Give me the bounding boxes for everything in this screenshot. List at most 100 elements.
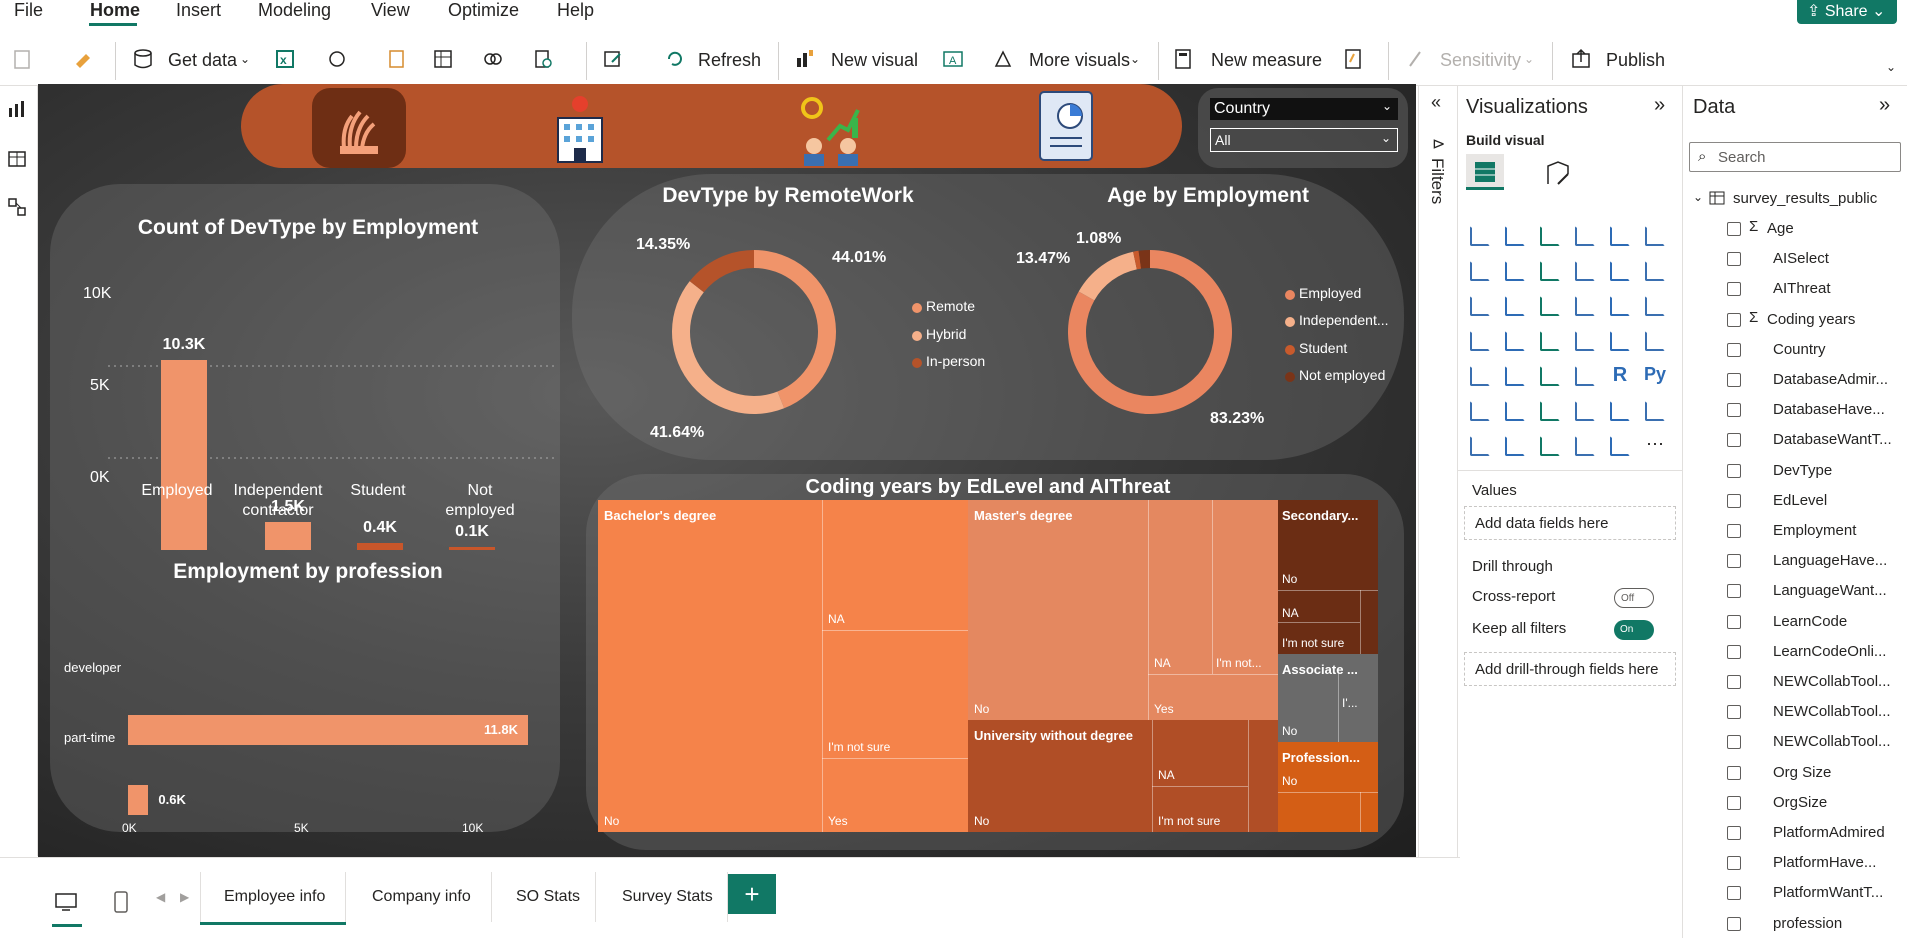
metrics-visual-icon[interactable]	[1610, 401, 1630, 421]
values-well[interactable]: Add data fields here	[1464, 506, 1676, 540]
enter-data-icon[interactable]	[432, 48, 454, 70]
power-apps-visual-icon[interactable]	[1470, 436, 1490, 456]
remote-donut-chart[interactable]	[654, 232, 854, 432]
donut-slice[interactable]	[689, 250, 754, 293]
stacked-column-visual-icon[interactable]	[1540, 226, 1560, 246]
bar[interactable]	[128, 715, 528, 745]
custom-2-visual-icon[interactable]	[1575, 436, 1595, 456]
key-influencers-visual-icon[interactable]	[1470, 401, 1490, 421]
card-visual-icon[interactable]	[1610, 331, 1630, 351]
filled-map-visual-icon[interactable]	[1505, 331, 1525, 351]
bar[interactable]	[161, 360, 207, 550]
donut-slice[interactable]	[1078, 251, 1137, 301]
recent-sources-icon[interactable]	[532, 48, 554, 70]
field-checkbox[interactable]	[1727, 342, 1741, 357]
gauge-visual-icon[interactable]	[1575, 331, 1595, 351]
field-checkbox[interactable]	[1727, 644, 1741, 659]
legend-independent[interactable]: Independent...	[1299, 312, 1389, 328]
pie-visual-icon[interactable]	[1575, 296, 1595, 316]
table-view-icon[interactable]	[6, 148, 28, 170]
field-checkbox[interactable]	[1727, 373, 1741, 387]
line-clustered-visual-icon[interactable]	[1610, 261, 1630, 281]
get-data-button[interactable]: Get data	[168, 50, 237, 71]
add-page-button[interactable]: +	[728, 874, 776, 914]
mobile-layout-icon[interactable]	[112, 890, 130, 914]
build-visual-tab[interactable]	[1466, 154, 1504, 190]
expand-pane-icon[interactable]: «	[1431, 92, 1441, 113]
country-slicer-dropdown[interactable]: All ⌄	[1210, 128, 1398, 152]
new-visual-button[interactable]: New visual	[831, 50, 918, 71]
field-name[interactable]: NEWCollabTool...	[1773, 673, 1891, 690]
field-checkbox[interactable]	[1727, 554, 1741, 569]
field-name[interactable]: LearnCodeOnli...	[1773, 643, 1886, 660]
power-automate-visual-icon[interactable]	[1505, 436, 1525, 456]
publish-button[interactable]: Publish	[1606, 50, 1665, 71]
bar[interactable]	[357, 542, 403, 550]
report-document-icon[interactable]	[1030, 88, 1106, 164]
field-name[interactable]: PlatformWantT...	[1773, 884, 1883, 901]
filters-pane-collapsed[interactable]: « ⊳ Filters	[1418, 86, 1458, 858]
collapse-ribbon-icon[interactable]: ⌄	[1886, 60, 1896, 74]
menu-home[interactable]: Home	[90, 0, 140, 21]
table-visual-icon[interactable]	[1540, 366, 1560, 386]
table-name[interactable]: survey_results_public	[1733, 190, 1877, 207]
column-100-visual-icon[interactable]	[1645, 226, 1665, 246]
field-name[interactable]: EdLevel	[1773, 492, 1827, 509]
menu-insert[interactable]: Insert	[176, 0, 221, 21]
collapse-pane-icon[interactable]: »	[1654, 94, 1665, 117]
field-name[interactable]: Age	[1767, 220, 1794, 237]
field-checkbox[interactable]	[1727, 312, 1741, 327]
format-painter-icon[interactable]	[72, 48, 94, 70]
team-growth-icon[interactable]	[792, 90, 872, 166]
field-checkbox[interactable]	[1727, 282, 1741, 297]
field-checkbox[interactable]	[1727, 916, 1741, 931]
narrative-visual-icon[interactable]	[1575, 401, 1595, 421]
field-name[interactable]: OrgSize	[1773, 794, 1827, 811]
field-name[interactable]: Country	[1773, 341, 1826, 358]
slicer-visual-icon[interactable]	[1505, 366, 1525, 386]
donut-visual-icon[interactable]	[1610, 296, 1630, 316]
quick-measure-icon[interactable]	[1342, 48, 1364, 70]
custom-1-visual-icon[interactable]	[1540, 436, 1560, 456]
field-checkbox[interactable]	[1727, 765, 1741, 780]
field-checkbox[interactable]	[1727, 735, 1741, 750]
field-name[interactable]: profession	[1773, 915, 1842, 932]
custom-3-visual-icon[interactable]	[1610, 436, 1630, 456]
legend-employed[interactable]: Employed	[1299, 285, 1361, 301]
bar[interactable]	[449, 547, 495, 550]
field-checkbox[interactable]	[1727, 463, 1741, 478]
field-name[interactable]: LanguageWant...	[1773, 582, 1887, 599]
chevron-down-icon[interactable]: ⌄	[1130, 52, 1140, 66]
field-checkbox[interactable]	[1727, 705, 1741, 720]
excel-icon[interactable]: x	[274, 48, 296, 70]
paginated-visual-icon[interactable]	[1645, 401, 1665, 421]
age-donut-chart[interactable]	[1050, 232, 1250, 432]
paste-icon[interactable]	[12, 48, 34, 70]
field-checkbox[interactable]	[1727, 403, 1741, 418]
new-measure-button[interactable]: New measure	[1211, 50, 1322, 71]
field-checkbox[interactable]	[1727, 493, 1741, 508]
scatter-visual-icon[interactable]	[1540, 296, 1560, 316]
collapse-pane-icon[interactable]: »	[1879, 94, 1890, 117]
field-checkbox[interactable]	[1727, 584, 1741, 599]
legend-in-person[interactable]: In-person	[926, 353, 985, 369]
menu-help[interactable]: Help	[557, 0, 594, 21]
format-visual-icon[interactable]	[1544, 160, 1572, 188]
data-search-input[interactable]: ⌕ Search	[1689, 142, 1901, 172]
r-visual-visual-icon[interactable]: R	[1608, 364, 1632, 388]
field-name[interactable]: NEWCollabTool...	[1773, 703, 1891, 720]
field-name[interactable]: Coding years	[1767, 311, 1855, 328]
python-visual-visual-icon[interactable]: Py	[1643, 364, 1667, 388]
transform-data-icon[interactable]	[602, 48, 624, 70]
share-button[interactable]: ⇪ Share ⌄	[1797, 0, 1897, 24]
line-visual-icon[interactable]	[1470, 261, 1490, 281]
stacked-area-visual-icon[interactable]	[1540, 261, 1560, 281]
field-name[interactable]: DatabaseWantT...	[1773, 431, 1892, 448]
next-page-icon[interactable]: ▶	[180, 890, 189, 904]
field-checkbox[interactable]	[1727, 614, 1741, 629]
decomposition-tree-visual-icon[interactable]	[1505, 401, 1525, 421]
field-name[interactable]: PlatformAdmired	[1773, 824, 1885, 841]
field-checkbox[interactable]	[1727, 524, 1741, 538]
field-name[interactable]: AIThreat	[1773, 280, 1831, 297]
donut-slice[interactable]	[672, 281, 785, 414]
